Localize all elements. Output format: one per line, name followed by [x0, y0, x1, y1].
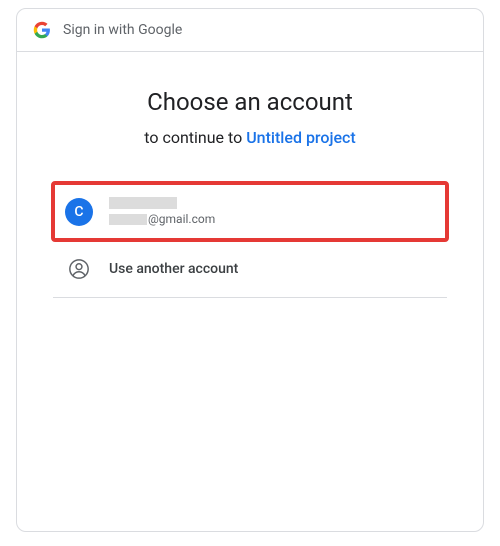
subtitle-prefix: to continue to — [144, 128, 246, 147]
content-area: Choose an account to continue to Untitle… — [17, 52, 483, 531]
signin-card: Sign in with Google Choose an account to… — [16, 8, 484, 532]
person-icon — [65, 255, 93, 283]
email-prefix-redacted — [109, 214, 147, 225]
subtitle: to continue to Untitled project — [17, 128, 483, 147]
app-name-link[interactable]: Untitled project — [246, 128, 356, 147]
page-title: Choose an account — [17, 88, 483, 116]
avatar: C — [65, 198, 93, 226]
google-logo-icon — [33, 21, 51, 39]
email-suffix: @gmail.com — [148, 212, 215, 226]
account-text: @gmail.com — [109, 197, 215, 226]
divider — [53, 297, 447, 298]
header-label: Sign in with Google — [63, 22, 182, 38]
account-list: C @gmail.com U — [17, 183, 483, 298]
card-header: Sign in with Google — [17, 9, 483, 52]
account-email: @gmail.com — [109, 212, 215, 226]
use-another-account-label: Use another account — [109, 261, 238, 277]
account-name-redacted — [109, 197, 177, 209]
account-row[interactable]: C @gmail.com — [53, 183, 447, 240]
use-another-account-row[interactable]: Use another account — [53, 241, 447, 297]
